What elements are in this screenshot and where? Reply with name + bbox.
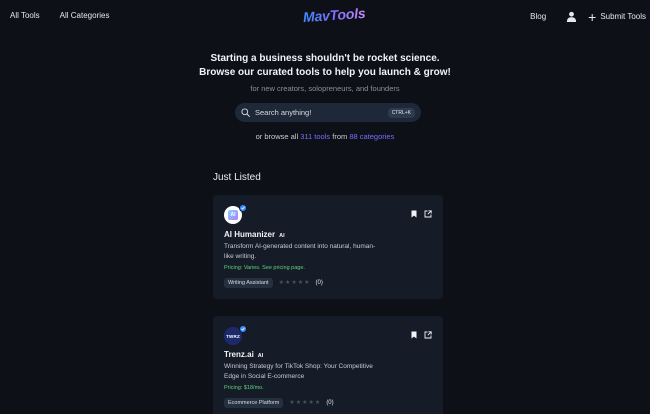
ai-badge: AI (279, 233, 285, 239)
site-logo[interactable]: MavTools (303, 5, 366, 25)
nav-blog[interactable]: Blog (530, 12, 546, 21)
categories-count-link[interactable]: 88 categories (349, 132, 394, 141)
rating-count: (0) (315, 280, 323, 286)
tool-pricing: Pricing: Varies. See pricing page. (224, 265, 305, 271)
verified-icon (239, 204, 247, 212)
star-icon: ★ (278, 280, 284, 286)
nav-all-categories[interactable]: All Categories (60, 11, 110, 20)
rating-count: (0) (326, 400, 334, 406)
tool-name-text: AI Humanizer (224, 230, 276, 239)
nav-left: All Tools All Categories (10, 11, 109, 20)
section-title: Just Listed (213, 172, 261, 183)
external-link-icon[interactable] (424, 331, 432, 339)
hero-title-line1: Starting a business shouldn't be rocket … (210, 53, 440, 64)
tool-description: Transform AI-generated content into natu… (224, 243, 376, 260)
star-icon: ★ (295, 400, 302, 406)
search-icon (241, 108, 250, 117)
tool-card[interactable]: AI AI Humanizer AI Transform AI-generated… (213, 195, 443, 299)
hero-title-line2: Browse our curated tools to help you lau… (199, 67, 451, 78)
tool-description: Winning Strategy for TikTok Shop: Your C… (224, 363, 373, 380)
browse-prefix: or browse all (255, 132, 299, 141)
tool-logo-wrap: AI (224, 204, 247, 224)
bookmark-icon[interactable] (410, 210, 418, 218)
plus-icon[interactable]: + (588, 10, 596, 24)
tool-card[interactable]: TWRZ Trenz.ai AI Winning Strategy for Tik… (213, 316, 443, 414)
star-icon: ★ (304, 280, 310, 286)
card-actions (410, 331, 432, 339)
card-actions (410, 210, 432, 218)
browse-mid: from (332, 132, 348, 141)
tool-logo-wrap: TWRZ (224, 325, 247, 345)
external-link-icon[interactable] (424, 210, 432, 218)
tool-meta: Writing Assistant ★ ★ ★ ★ ★ (0) (224, 278, 323, 288)
star-icon: ★ (308, 400, 314, 406)
star-icon: ★ (314, 400, 321, 406)
star-icon: ★ (291, 280, 297, 286)
hero-title: Starting a business shouldn't be rocket … (0, 52, 650, 80)
star-icon: ★ (289, 400, 295, 406)
browse-line: or browse all 311 tools from 88 categori… (0, 132, 650, 141)
submit-tools-link[interactable]: Submit Tools (600, 12, 646, 21)
star-icon: ★ (284, 280, 291, 286)
user-icon[interactable] (566, 11, 577, 22)
tool-logo-mark: AI (228, 210, 238, 220)
tool-pricing: Pricing: $18/mo. (224, 385, 264, 391)
hero-subtitle: for new creators, solopreneurs, and foun… (250, 84, 400, 93)
tool-name-text: Trenz.ai (224, 350, 254, 359)
star-icon: ★ (302, 400, 308, 406)
search-bar[interactable]: CTRL+K (235, 103, 421, 122)
tools-count-link[interactable]: 311 tools (300, 132, 330, 141)
tool-name[interactable]: Trenz.ai AI (224, 350, 263, 359)
nav-right: Blog + Submit Tools (530, 10, 646, 24)
star-icon: ★ (297, 280, 304, 286)
nav-all-tools[interactable]: All Tools (10, 11, 40, 20)
page: All Tools All Categories MavTools Blog +… (0, 0, 650, 414)
verified-icon (239, 325, 247, 333)
keyboard-shortcut-badge: CTRL+K (387, 107, 415, 118)
tool-meta: Ecommerce Platform ★ ★ ★ ★ ★ (0) (224, 398, 334, 408)
search-input[interactable] (255, 108, 388, 117)
ai-badge: AI (257, 353, 264, 359)
star-rating: ★ ★ ★ ★ ★ (289, 400, 320, 406)
bookmark-icon[interactable] (410, 331, 418, 339)
category-tag[interactable]: Writing Assistant (224, 278, 273, 288)
tool-name[interactable]: AI Humanizer AI (224, 230, 285, 239)
category-tag[interactable]: Ecommerce Platform (224, 398, 284, 408)
star-rating: ★ ★ ★ ★ ★ (279, 280, 310, 286)
